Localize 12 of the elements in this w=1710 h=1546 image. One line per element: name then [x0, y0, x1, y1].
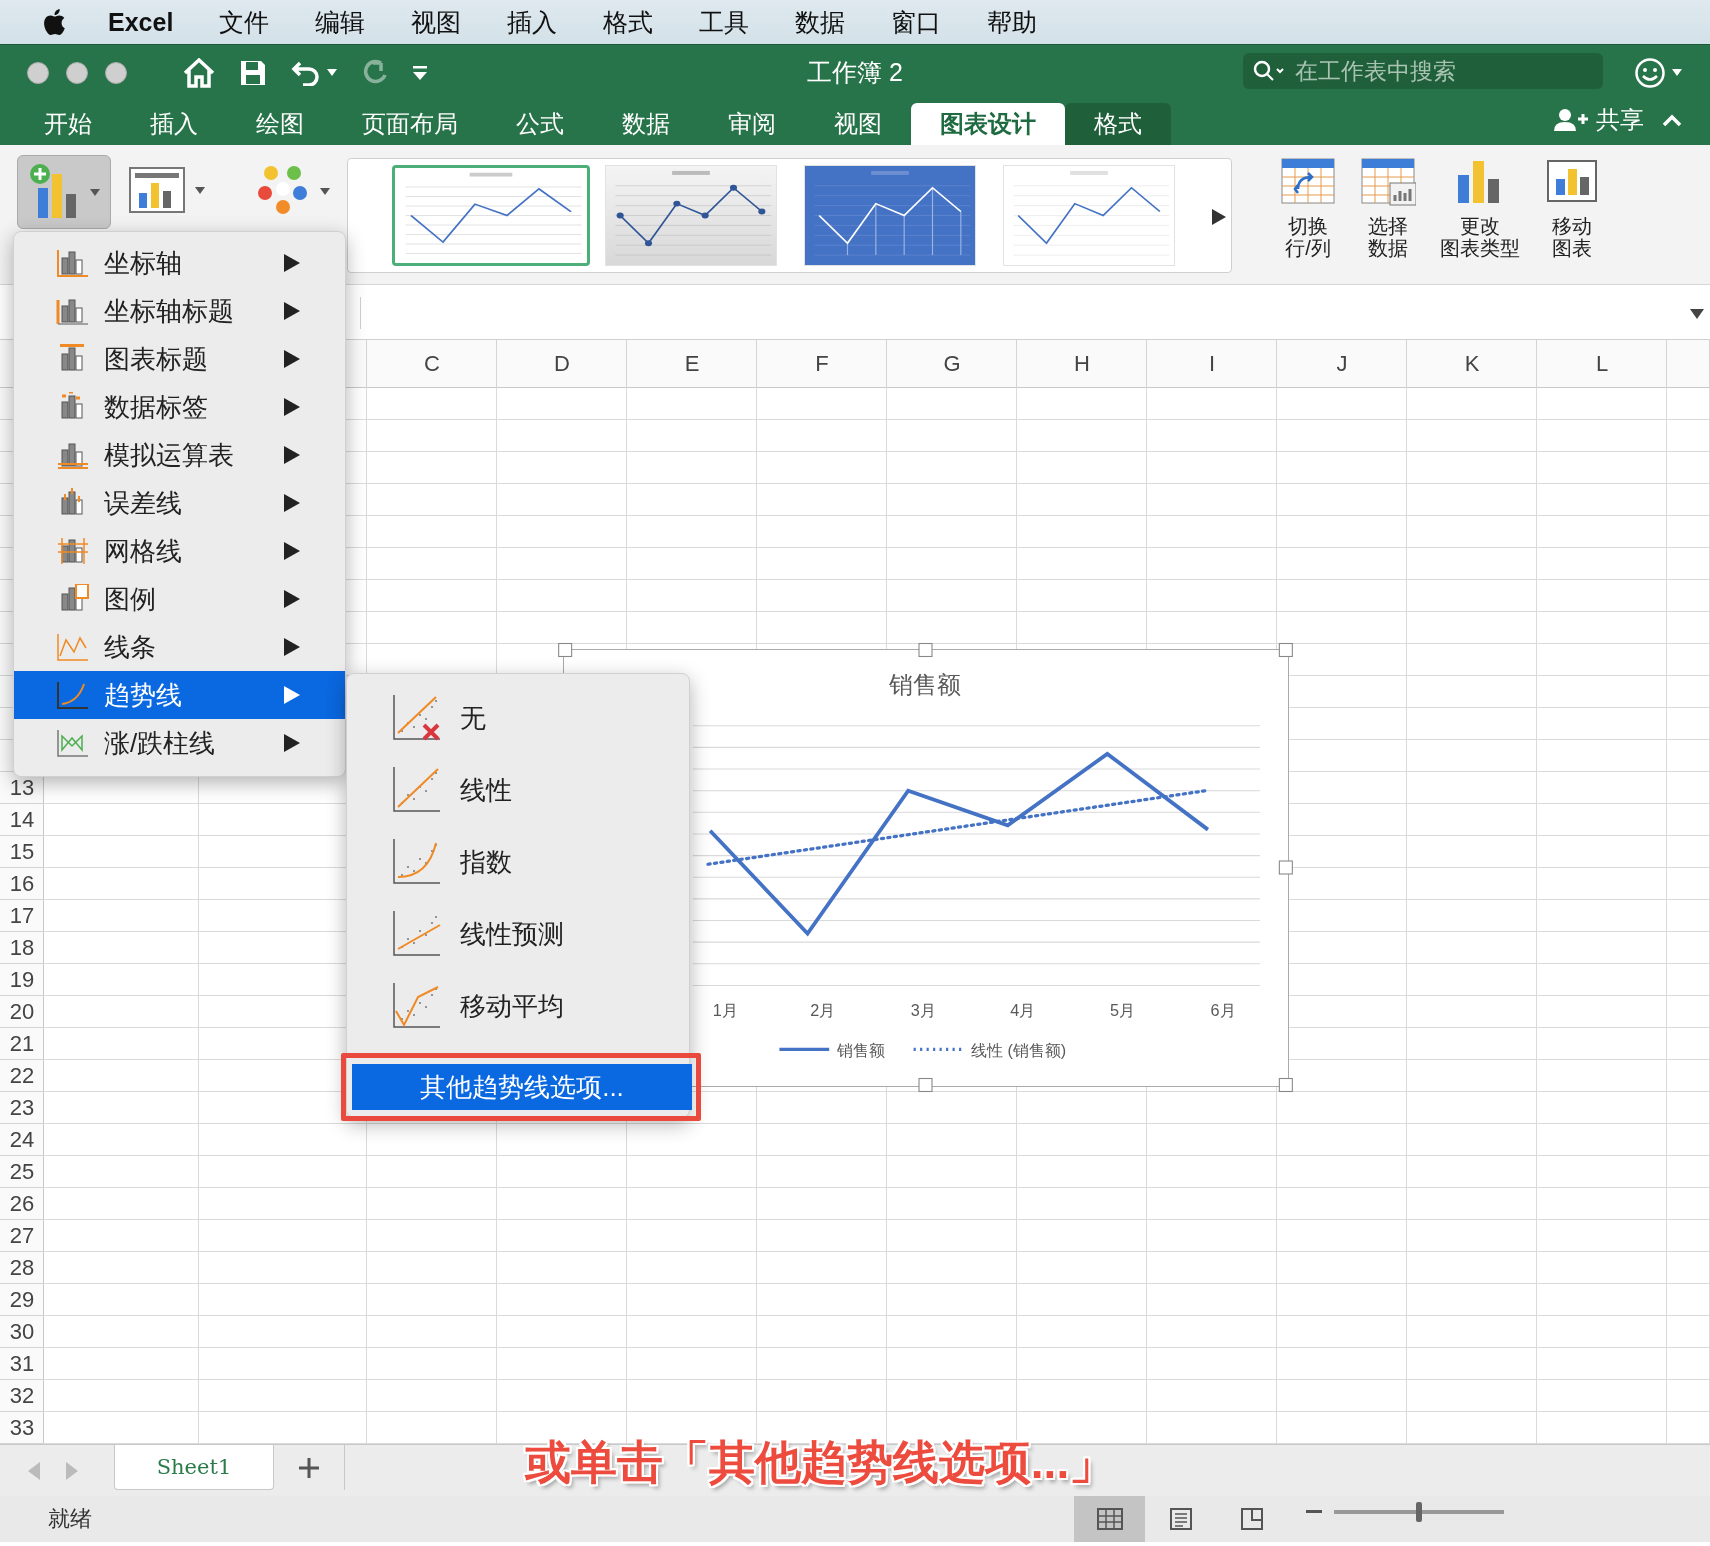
status-text: 就绪 [48, 1505, 92, 1533]
axis-label: 4月 [1010, 1000, 1036, 1019]
axis-label: 1月 [712, 1000, 738, 1019]
axis-label: 3月 [910, 1000, 936, 1019]
window-title: 工作簿 2 [807, 58, 903, 86]
axis-label: 5月 [1109, 1000, 1135, 1019]
axis-label: 2月 [810, 1000, 836, 1019]
axis-label: 6月 [1210, 1000, 1236, 1019]
legend-label: 销售额 [836, 1040, 885, 1059]
chart-title: 销售额 [889, 671, 962, 699]
tutorial-caption: 或单击「其他趋势线选项...」 [524, 1435, 1116, 1490]
legend-label: 线性 (销售额) [970, 1040, 1067, 1059]
